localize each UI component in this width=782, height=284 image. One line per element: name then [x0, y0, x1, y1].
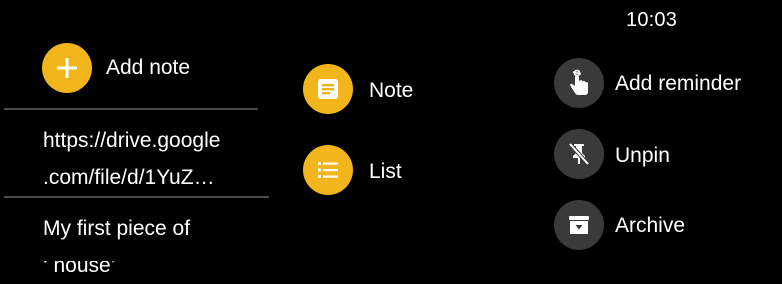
status-clock: 10:03: [626, 9, 678, 31]
reminder-hand-icon: [554, 58, 604, 108]
add-note-label: Add note: [106, 56, 191, 79]
unpin-icon: [554, 129, 604, 179]
add-icon: [42, 43, 92, 93]
unpin-label: Unpin: [615, 144, 670, 167]
note-fade: [0, 237, 260, 261]
archive-label: Archive: [615, 214, 686, 237]
add-reminder-button[interactable]: Add reminder: [554, 58, 774, 110]
divider-middle: [4, 196, 269, 198]
note-card[interactable]: https://drive.google .com/file/d/1YuZ…: [43, 122, 258, 196]
add-note-button[interactable]: Add note: [42, 43, 242, 95]
add-reminder-label: Add reminder: [615, 72, 742, 95]
new-note-button[interactable]: Note: [303, 64, 443, 116]
new-list-button[interactable]: List: [303, 145, 443, 197]
note-icon: [303, 64, 353, 114]
list-label: List: [369, 160, 402, 183]
unpin-button[interactable]: Unpin: [554, 129, 774, 181]
note-line: https://drive.google: [43, 129, 221, 152]
divider-top: [4, 108, 258, 110]
note-label: Note: [369, 79, 414, 102]
archive-icon: [554, 200, 604, 250]
note-line: .com/file/d/1YuZ…: [43, 166, 215, 189]
list-icon: [303, 145, 353, 195]
archive-button[interactable]: Archive: [554, 200, 774, 252]
